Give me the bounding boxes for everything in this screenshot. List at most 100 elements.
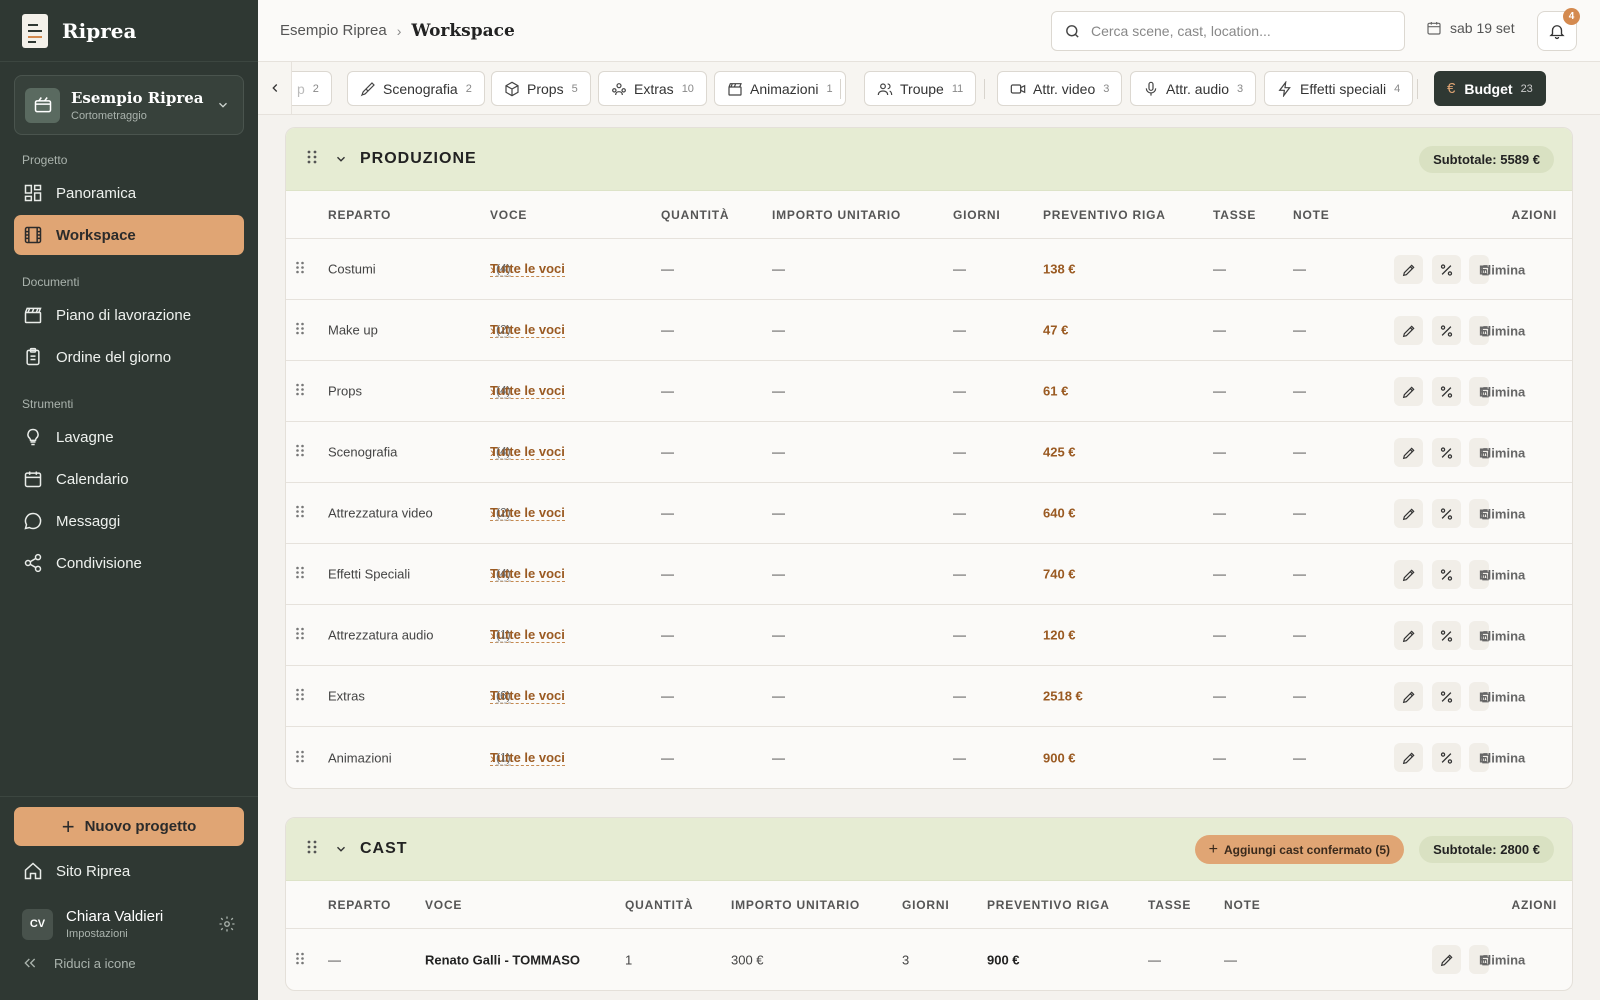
edit-button[interactable]: [1394, 316, 1423, 345]
tax-button[interactable]: [1432, 255, 1461, 284]
drag-handle-icon[interactable]: [306, 839, 318, 860]
tabs-scroll-left-button[interactable]: [258, 62, 292, 114]
tab-troupe[interactable]: Troupe 11: [864, 71, 977, 106]
nav-item-messages[interactable]: Messaggi: [14, 501, 244, 541]
tab-effetti-speciali[interactable]: Effetti speciali 4: [1264, 71, 1414, 106]
tax-button[interactable]: [1432, 438, 1461, 467]
delete-button[interactable]: Elimina: [1469, 438, 1525, 467]
cell-importo: 300 €: [731, 952, 764, 967]
col-voce: VOCE: [490, 207, 528, 222]
percent-icon: [1439, 628, 1454, 643]
delete-button[interactable]: Elimina: [1469, 316, 1525, 345]
edit-button[interactable]: [1394, 621, 1423, 650]
chevron-down-icon[interactable]: [334, 842, 348, 856]
edit-button[interactable]: [1394, 438, 1423, 467]
col-tasse: TASSE: [1148, 897, 1192, 912]
search-input[interactable]: [1091, 23, 1381, 39]
table-row: Costumi › Tutte le voci (4) — — — 138 € …: [286, 239, 1572, 300]
delete-button[interactable]: Elimina: [1469, 682, 1525, 711]
tab-budget[interactable]: € Budget 23: [1434, 71, 1546, 106]
nav-item-boards[interactable]: Lavagne: [14, 417, 244, 457]
tab-attr-video[interactable]: Attr. video 3: [997, 71, 1123, 106]
drag-handle-icon[interactable]: [295, 566, 305, 583]
edit-button[interactable]: [1394, 560, 1423, 589]
tax-button[interactable]: [1432, 499, 1461, 528]
nav-item-calendar[interactable]: Calendario: [14, 459, 244, 499]
tax-button[interactable]: [1432, 621, 1461, 650]
edit-button[interactable]: [1394, 255, 1423, 284]
collapse-sidebar-button[interactable]: Riduci a icone: [0, 955, 258, 971]
cell-importo: —: [772, 444, 785, 460]
tab-props[interactable]: Props 5: [491, 71, 591, 106]
delete-button[interactable]: Elimina: [1469, 945, 1525, 974]
edit-button[interactable]: [1394, 377, 1423, 406]
brand[interactable]: Riprea: [0, 0, 258, 62]
user-profile[interactable]: CV Chiara Valdieri Impostazioni: [0, 908, 258, 940]
date-label: sab 19 set: [1450, 20, 1515, 36]
project-title: Esempio Riprea: [71, 88, 204, 107]
nav-item-call-sheet[interactable]: Ordine del giorno: [14, 337, 244, 377]
drag-handle-icon[interactable]: [295, 322, 305, 339]
col-note: NOTE: [1293, 207, 1330, 222]
tax-button[interactable]: [1432, 743, 1461, 772]
drag-handle-icon[interactable]: [295, 383, 305, 400]
tax-button[interactable]: [1432, 682, 1461, 711]
tax-button[interactable]: [1432, 316, 1461, 345]
tab-attr-audio[interactable]: Attr. audio 3: [1130, 71, 1257, 106]
tab-scenografia[interactable]: Scenografia 2: [347, 71, 485, 106]
drag-handle-icon[interactable]: [306, 149, 318, 170]
edit-button[interactable]: [1432, 945, 1461, 974]
new-project-button[interactable]: + Nuovo progetto: [14, 807, 244, 846]
drag-handle-icon[interactable]: [295, 505, 305, 522]
percent-icon: [1439, 445, 1454, 460]
drag-handle-icon[interactable]: [295, 749, 305, 766]
cell-note: —: [1293, 750, 1306, 765]
delete-button[interactable]: Elimina: [1469, 255, 1525, 284]
brush-icon: [360, 81, 375, 96]
table-row: Effetti Speciali › Tutte le voci (4) — —…: [286, 544, 1572, 605]
nav-item-schedule[interactable]: Piano di lavorazione: [14, 295, 244, 335]
drag-handle-icon[interactable]: [295, 261, 305, 278]
pencil-icon: [1401, 628, 1417, 644]
nav-item-site[interactable]: Sito Riprea: [14, 851, 244, 891]
breadcrumb: Esempio Riprea › Workspace: [280, 21, 515, 41]
tab-label: Scenografia: [383, 80, 458, 97]
edit-button[interactable]: [1394, 682, 1423, 711]
delete-button[interactable]: Elimina: [1469, 499, 1525, 528]
pencil-icon: [1401, 323, 1417, 339]
tab-extras[interactable]: Extras 10: [598, 71, 707, 106]
col-azioni: AZIONI: [1511, 897, 1557, 912]
delete-button[interactable]: Elimina: [1469, 377, 1525, 406]
tax-button[interactable]: [1432, 560, 1461, 589]
pencil-icon: [1401, 567, 1417, 583]
drag-handle-icon[interactable]: [295, 688, 305, 705]
delete-button[interactable]: Elimina: [1469, 621, 1525, 650]
edit-button[interactable]: [1394, 743, 1423, 772]
tab-animazioni[interactable]: Animazioni 1: [714, 71, 846, 106]
drag-handle-icon[interactable]: [295, 951, 305, 968]
chevron-down-icon[interactable]: [334, 152, 348, 166]
tab-count: 10: [681, 82, 694, 95]
project-switcher[interactable]: Esempio Riprea Cortometraggio: [14, 75, 244, 135]
edit-button[interactable]: [1394, 499, 1423, 528]
cell-quantita: —: [661, 688, 674, 704]
add-confirmed-cast-button[interactable]: + Aggiungi cast confermato (5): [1194, 835, 1404, 864]
nav-item-sharing[interactable]: Condivisione: [14, 543, 244, 583]
tax-button[interactable]: [1432, 377, 1461, 406]
search-box[interactable]: [1051, 11, 1405, 51]
tab-label: Extras: [634, 80, 674, 97]
cell-reparto: Props: [328, 383, 362, 399]
nav-item-workspace[interactable]: Workspace: [14, 215, 244, 255]
breadcrumb-root[interactable]: Esempio Riprea: [280, 22, 387, 39]
cell-importo: —: [772, 261, 785, 277]
delete-button[interactable]: Elimina: [1469, 560, 1525, 589]
delete-button[interactable]: Elimina: [1469, 743, 1525, 772]
notifications-button[interactable]: 4: [1537, 8, 1580, 51]
drag-handle-icon[interactable]: [295, 444, 305, 461]
new-project-label: Nuovo progetto: [84, 818, 197, 835]
drag-handle-icon[interactable]: [295, 627, 305, 644]
delete-label: Elimina: [1479, 384, 1526, 399]
gear-icon[interactable]: [218, 915, 236, 933]
nav-item-label: Messaggi: [56, 512, 121, 530]
nav-item-overview[interactable]: Panoramica: [14, 173, 244, 213]
